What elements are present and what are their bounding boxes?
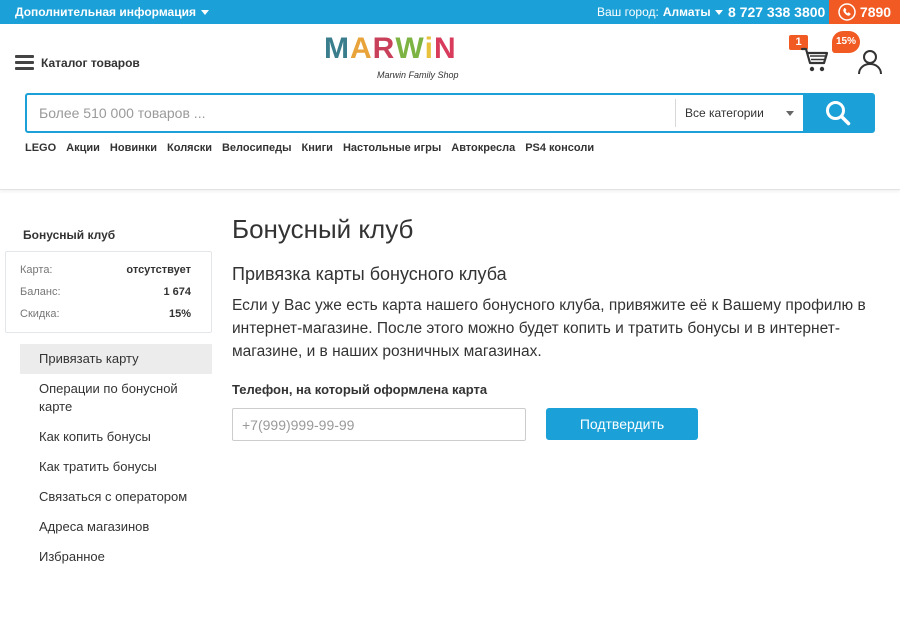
description-text: Если у Вас уже есть карта нашего бонусно… [232,297,866,360]
sidebar-item-spend-bonuses[interactable]: Как тратить бонусы [20,452,212,482]
additional-info-dropdown[interactable]: Дополнительная информация [15,5,209,19]
catalog-label: Каталог товаров [41,55,140,70]
discount-label: Скидка: [20,308,60,320]
bonus-card-summary: Карта: отсутствует Баланс: 1 674 Скидка:… [5,251,212,333]
quicklink-books[interactable]: Книги [301,142,332,154]
category-select[interactable]: Все категории [675,99,803,127]
city-label: Ваш город: [597,5,659,19]
sidebar-item-card-operations[interactable]: Операции по бонусной карте [20,374,212,422]
chevron-down-icon [786,110,794,116]
quicklink-board-games[interactable]: Настольные игры [343,142,441,154]
card-value: отсутствует [126,264,191,276]
chevron-down-icon [714,9,723,15]
category-select-value: Все категории [685,106,764,120]
phone-field-label: Телефон, на который оформлена карта [232,382,488,397]
sidebar-item-link-card[interactable]: Привязать карту [20,344,212,374]
card-row: Карта: отсутствует [20,264,191,276]
balance-value: 1 674 [163,286,191,298]
balance-row: Баланс: 1 674 [20,286,191,298]
search-bar: Все категории [25,93,875,133]
quicklink-car-seats[interactable]: Автокресла [451,142,515,154]
quicklink-strollers[interactable]: Коляски [167,142,212,154]
search-button[interactable] [803,95,873,131]
phone-icon [838,3,856,21]
confirm-button[interactable]: Подтвердить [546,408,698,440]
card-label: Карта: [20,264,53,276]
quick-links: LEGO Акции Новинки Коляски Велосипеды Кн… [25,142,594,154]
quicklink-lego[interactable]: LEGO [25,142,56,154]
discount-value: 15% [168,308,191,320]
marwin-logo[interactable]: MARWiN Marwin Family Shop [324,34,504,82]
sidebar-item-contact-operator[interactable]: Связаться с оператором [20,482,212,512]
phone-number-link[interactable]: 8 727 338 3800 [728,4,825,20]
discount-row: Скидка: 15% [20,308,191,320]
search-input[interactable] [27,95,675,131]
section-subtitle: Привязка карты бонусного клуба [232,264,507,284]
top-bar: Дополнительная информация Ваш город: Алм… [0,0,900,24]
callback-number: 7890 [859,4,892,20]
additional-info-label: Дополнительная информация [15,5,196,19]
page-title: Бонусный клуб [232,214,414,244]
logo-subtitle: Marwin Family Shop [377,70,459,80]
catalog-menu-button[interactable]: Каталог товаров [15,52,140,73]
city-value: Алматы [662,5,711,19]
cart-icon[interactable] [800,46,830,74]
quicklink-new[interactable]: Новинки [110,142,157,154]
sidebar-menu: Привязать карту Операции по бонусной кар… [20,344,212,572]
quicklink-promotions[interactable]: Акции [66,142,100,154]
sidebar-item-store-addresses[interactable]: Адреса магазинов [20,512,212,542]
balance-label: Баланс: [20,286,61,298]
menu-icon [15,52,34,73]
quicklink-ps4-consoles[interactable]: PS4 консоли [525,142,594,154]
quicklink-bicycles[interactable]: Велосипеды [222,142,292,154]
user-icon[interactable] [857,49,883,75]
sidebar-item-favorites[interactable]: Избранное [20,542,212,572]
city-selector[interactable]: Ваш город: Алматы [597,5,723,19]
sidebar-title: Бонусный клуб [23,228,116,242]
callback-button[interactable]: 7890 [829,0,900,24]
logo-wordmark: MARWiN [324,32,457,65]
site-header: Каталог товаров MARWiN Marwin Family Sho… [0,24,900,190]
sidebar-item-earn-bonuses[interactable]: Как копить бонусы [20,422,212,452]
discount-badge: 15% [832,31,860,53]
chevron-down-icon [200,9,209,15]
phone-input[interactable] [232,408,526,441]
search-icon [826,101,851,126]
